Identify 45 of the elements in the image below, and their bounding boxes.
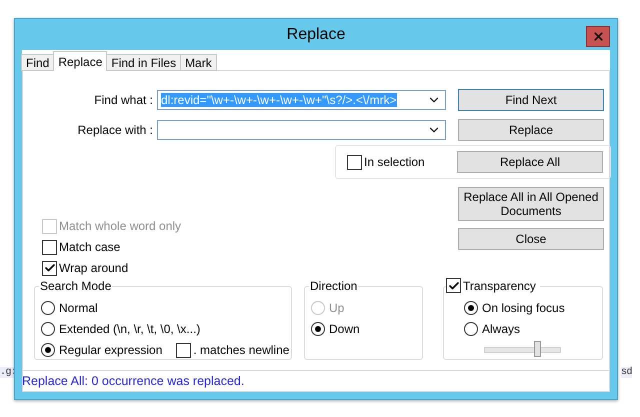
radio-button[interactable] [41,301,55,315]
checkbox[interactable] [176,342,192,358]
window-title: Replace [286,26,346,44]
radio-button[interactable] [41,322,55,336]
close-icon [592,30,604,43]
checkbox[interactable] [446,278,461,293]
tab[interactable]: Replace [53,51,108,71]
group-title: Search Mode [39,279,112,293]
tab[interactable]: Find in Files [106,54,182,71]
radio-button[interactable] [311,322,325,336]
background-text: sd [621,367,632,378]
checkbox-label: Transparency [461,278,540,292]
radio-label: Extended (\n, \r, \t, \0, \x...) [59,322,200,336]
radio-label: Regular expression [59,343,162,357]
radio-label: On losing focus [482,301,565,315]
checkbox-label: In selection [364,155,425,169]
radio-label: Down [329,322,360,336]
radio-button[interactable] [41,343,55,357]
find-next-button[interactable]: Find Next [458,89,604,111]
checkbox-label: . matches newline [193,343,290,357]
tab[interactable]: Mark [180,54,217,71]
checkmark-icon [44,262,56,274]
checkbox-label: Match case [59,240,120,254]
checkbox-label: Wrap around [59,261,128,275]
close-button[interactable] [586,26,610,47]
radio-button[interactable] [464,301,478,315]
close-dialog-button[interactable]: Close [458,228,604,250]
radio-label: Always [482,322,520,336]
checkbox[interactable] [347,154,362,170]
radio-label: Up [329,301,344,315]
field-label: Find what : [94,93,153,107]
checkbox[interactable] [42,260,57,276]
checkmark-icon [448,280,460,292]
radio-button[interactable] [464,322,478,336]
checkbox-label: Match whole word only [59,219,182,233]
tab[interactable]: Find [21,54,54,71]
radio-label: Normal [59,301,98,315]
replace-all-button[interactable]: Replace All [457,151,603,173]
replace-all-opened-button[interactable]: Replace All in All Opened Documents [458,187,604,221]
replace-button[interactable]: Replace [458,119,604,141]
field-label: Replace with : [78,123,153,137]
checkbox[interactable] [42,240,57,254]
slider-thumb[interactable] [534,341,540,357]
status-message: Replace All: 0 occurrence was replaced. [22,374,244,388]
group-title: Direction [309,279,358,293]
